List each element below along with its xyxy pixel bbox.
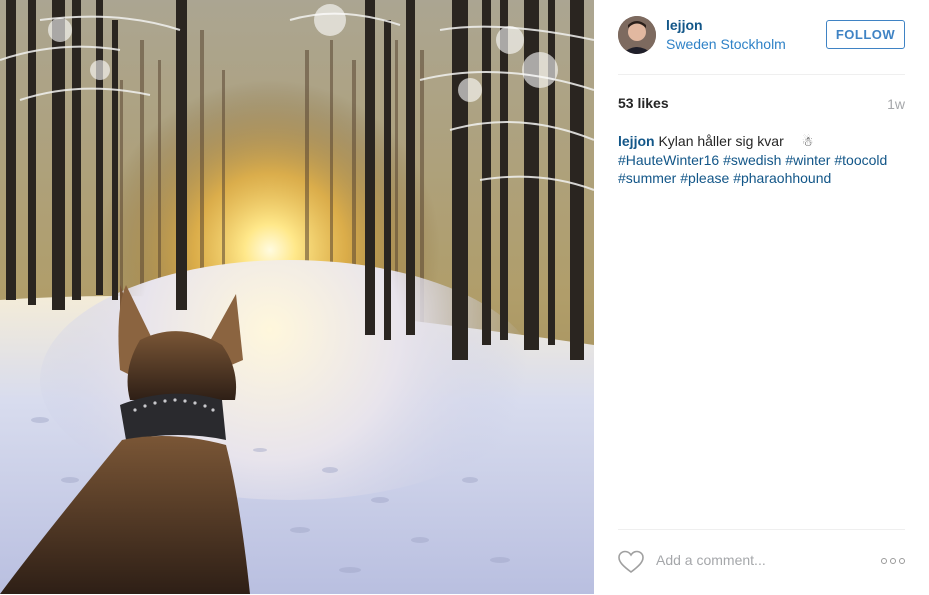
heart-icon[interactable]: [618, 550, 644, 574]
post-side-panel: lejjon Sweden Stockholm FOLLOW 53 likes …: [594, 0, 929, 594]
dot: [881, 558, 887, 564]
hashtag-link[interactable]: #please: [680, 170, 729, 186]
follow-button[interactable]: FOLLOW: [826, 20, 905, 49]
caption-text-content: Kylan håller sig kvar: [658, 133, 784, 149]
post-timestamp[interactable]: 1w: [887, 96, 905, 112]
post-photo[interactable]: [0, 0, 594, 594]
hashtag-link[interactable]: #winter: [785, 152, 830, 168]
more-options-icon[interactable]: [881, 556, 905, 566]
comment-input[interactable]: [656, 552, 856, 568]
post-container: lejjon Sweden Stockholm FOLLOW 53 likes …: [0, 0, 929, 594]
snowman-emoji: ☃: [801, 134, 814, 149]
hashtag-link[interactable]: #summer: [618, 170, 676, 186]
post-location-link[interactable]: Sweden Stockholm: [666, 36, 786, 52]
comment-bar: [618, 529, 905, 595]
dot: [899, 558, 905, 564]
hashtag-link[interactable]: #pharaohhound: [733, 170, 831, 186]
hashtag-link[interactable]: #toocold: [834, 152, 887, 168]
post-author-username[interactable]: lejjon: [666, 17, 703, 33]
dot: [890, 558, 896, 564]
caption-username[interactable]: lejjon: [618, 133, 655, 149]
likes-count[interactable]: 53 likes: [618, 95, 669, 111]
post-header: lejjon Sweden Stockholm FOLLOW: [618, 0, 905, 75]
post-caption: lejjon Kylan håller sig kvar ☃ #HauteWint…: [618, 132, 908, 187]
avatar[interactable]: [618, 16, 656, 54]
hashtag-link[interactable]: #HauteWinter16: [618, 152, 719, 168]
avatar-photo-icon: [618, 16, 656, 54]
winter-forest-dog-image: [0, 0, 594, 594]
hashtag-link[interactable]: #swedish: [723, 152, 781, 168]
caption-text: Kylan håller sig kvar: [658, 133, 783, 149]
